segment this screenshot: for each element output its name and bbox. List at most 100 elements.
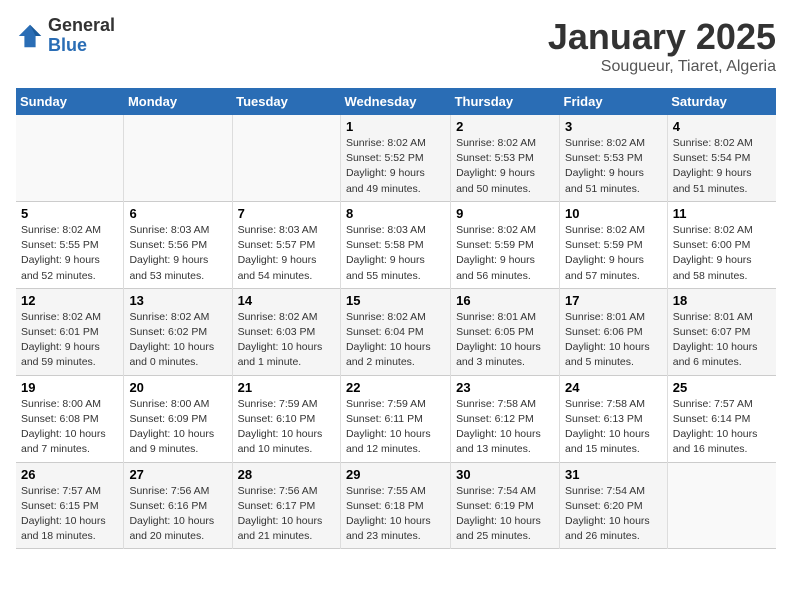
- calendar-cell: 2 Sunrise: 8:02 AMSunset: 5:53 PMDaylight…: [451, 115, 560, 201]
- calendar-cell: [667, 462, 776, 549]
- day-number: 20: [129, 380, 226, 395]
- day-info: Sunrise: 8:01 AMSunset: 6:07 PMDaylight:…: [673, 310, 771, 371]
- day-info: Sunrise: 7:58 AMSunset: 6:12 PMDaylight:…: [456, 397, 554, 458]
- calendar-cell: [232, 115, 340, 201]
- day-number: 26: [21, 467, 118, 482]
- calendar-table: SundayMondayTuesdayWednesdayThursdayFrid…: [16, 88, 776, 549]
- calendar-cell: 7 Sunrise: 8:03 AMSunset: 5:57 PMDaylight…: [232, 201, 340, 288]
- day-info: Sunrise: 7:59 AMSunset: 6:10 PMDaylight:…: [238, 397, 335, 458]
- day-info: Sunrise: 8:02 AMSunset: 6:01 PMDaylight:…: [21, 310, 118, 371]
- calendar-header: SundayMondayTuesdayWednesdayThursdayFrid…: [16, 88, 776, 115]
- logo-icon: [16, 22, 44, 50]
- weekday-header-sunday: Sunday: [16, 88, 124, 115]
- calendar-cell: 30 Sunrise: 7:54 AMSunset: 6:19 PMDayligh…: [451, 462, 560, 549]
- calendar-cell: 19 Sunrise: 8:00 AMSunset: 6:08 PMDayligh…: [16, 375, 124, 462]
- logo-text: General Blue: [48, 16, 115, 56]
- day-info: Sunrise: 8:00 AMSunset: 6:08 PMDaylight:…: [21, 397, 118, 458]
- calendar-cell: 18 Sunrise: 8:01 AMSunset: 6:07 PMDayligh…: [667, 288, 776, 375]
- calendar-week-row: 19 Sunrise: 8:00 AMSunset: 6:08 PMDayligh…: [16, 375, 776, 462]
- calendar-cell: 12 Sunrise: 8:02 AMSunset: 6:01 PMDayligh…: [16, 288, 124, 375]
- day-info: Sunrise: 8:03 AMSunset: 5:56 PMDaylight:…: [129, 223, 226, 284]
- day-number: 8: [346, 206, 445, 221]
- calendar-cell: 17Sunrise: 8:01 AMSunset: 6:06 PMDayligh…: [560, 288, 668, 375]
- calendar-cell: 25 Sunrise: 7:57 AMSunset: 6:14 PMDayligh…: [667, 375, 776, 462]
- day-number: 17: [565, 293, 662, 308]
- day-number: 3: [565, 119, 662, 134]
- calendar-cell: 31Sunrise: 7:54 AMSunset: 6:20 PMDayligh…: [560, 462, 668, 549]
- day-number: 23: [456, 380, 554, 395]
- calendar-cell: 29Sunrise: 7:55 AMSunset: 6:18 PMDayligh…: [340, 462, 450, 549]
- day-info: Sunrise: 8:02 AMSunset: 5:55 PMDaylight:…: [21, 223, 118, 284]
- calendar-title: January 2025: [548, 16, 776, 58]
- day-info: Sunrise: 8:02 AMSunset: 6:02 PMDaylight:…: [129, 310, 226, 371]
- calendar-cell: 16Sunrise: 8:01 AMSunset: 6:05 PMDayligh…: [451, 288, 560, 375]
- calendar-cell: 14Sunrise: 8:02 AMSunset: 6:03 PMDayligh…: [232, 288, 340, 375]
- day-number: 11: [673, 206, 771, 221]
- calendar-cell: 10Sunrise: 8:02 AMSunset: 5:59 PMDayligh…: [560, 201, 668, 288]
- day-number: 5: [21, 206, 118, 221]
- logo-blue-text: Blue: [48, 36, 115, 56]
- day-number: 25: [673, 380, 771, 395]
- day-number: 22: [346, 380, 445, 395]
- calendar-cell: 27Sunrise: 7:56 AMSunset: 6:16 PMDayligh…: [124, 462, 232, 549]
- calendar-cell: 22Sunrise: 7:59 AMSunset: 6:11 PMDayligh…: [340, 375, 450, 462]
- day-info: Sunrise: 8:03 AMSunset: 5:58 PMDaylight:…: [346, 223, 445, 284]
- day-info: Sunrise: 7:54 AMSunset: 6:20 PMDaylight:…: [565, 484, 662, 545]
- calendar-cell: 21 Sunrise: 7:59 AMSunset: 6:10 PMDayligh…: [232, 375, 340, 462]
- logo: General Blue: [16, 16, 115, 56]
- day-number: 7: [238, 206, 335, 221]
- day-number: 28: [238, 467, 335, 482]
- calendar-cell: 1 Sunrise: 8:02 AMSunset: 5:52 PMDaylight…: [340, 115, 450, 201]
- day-number: 18: [673, 293, 771, 308]
- calendar-body: 1 Sunrise: 8:02 AMSunset: 5:52 PMDaylight…: [16, 115, 776, 549]
- calendar-cell: 24 Sunrise: 7:58 AMSunset: 6:13 PMDayligh…: [560, 375, 668, 462]
- day-number: 12: [21, 293, 118, 308]
- day-info: Sunrise: 8:02 AMSunset: 5:59 PMDaylight:…: [456, 223, 554, 284]
- calendar-cell: 13 Sunrise: 8:02 AMSunset: 6:02 PMDayligh…: [124, 288, 232, 375]
- day-number: 9: [456, 206, 554, 221]
- day-info: Sunrise: 7:56 AMSunset: 6:17 PMDaylight:…: [238, 484, 335, 545]
- day-number: 16: [456, 293, 554, 308]
- day-info: Sunrise: 7:56 AMSunset: 6:16 PMDaylight:…: [129, 484, 226, 545]
- day-info: Sunrise: 8:02 AMSunset: 5:54 PMDaylight:…: [673, 136, 771, 197]
- page-header: General Blue January 2025 Sougueur, Tiar…: [16, 16, 776, 76]
- calendar-cell: [16, 115, 124, 201]
- day-number: 1: [346, 119, 445, 134]
- day-number: 15: [346, 293, 445, 308]
- weekday-header-thursday: Thursday: [451, 88, 560, 115]
- day-info: Sunrise: 8:00 AMSunset: 6:09 PMDaylight:…: [129, 397, 226, 458]
- day-number: 6: [129, 206, 226, 221]
- day-number: 24: [565, 380, 662, 395]
- day-info: Sunrise: 7:58 AMSunset: 6:13 PMDaylight:…: [565, 397, 662, 458]
- calendar-subtitle: Sougueur, Tiaret, Algeria: [548, 58, 776, 76]
- weekday-header-saturday: Saturday: [667, 88, 776, 115]
- day-info: Sunrise: 8:03 AMSunset: 5:57 PMDaylight:…: [238, 223, 335, 284]
- calendar-week-row: 5 Sunrise: 8:02 AMSunset: 5:55 PMDaylight…: [16, 201, 776, 288]
- day-number: 10: [565, 206, 662, 221]
- calendar-cell: 15 Sunrise: 8:02 AMSunset: 6:04 PMDayligh…: [340, 288, 450, 375]
- day-number: 30: [456, 467, 554, 482]
- day-info: Sunrise: 7:57 AMSunset: 6:14 PMDaylight:…: [673, 397, 771, 458]
- calendar-cell: 11Sunrise: 8:02 AMSunset: 6:00 PMDayligh…: [667, 201, 776, 288]
- day-number: 19: [21, 380, 118, 395]
- day-number: 21: [238, 380, 335, 395]
- title-section: January 2025 Sougueur, Tiaret, Algeria: [548, 16, 776, 76]
- calendar-cell: 9 Sunrise: 8:02 AMSunset: 5:59 PMDaylight…: [451, 201, 560, 288]
- day-number: 13: [129, 293, 226, 308]
- day-info: Sunrise: 7:54 AMSunset: 6:19 PMDaylight:…: [456, 484, 554, 545]
- day-number: 2: [456, 119, 554, 134]
- day-info: Sunrise: 8:02 AMSunset: 5:52 PMDaylight:…: [346, 136, 445, 197]
- day-info: Sunrise: 8:02 AMSunset: 6:04 PMDaylight:…: [346, 310, 445, 371]
- day-number: 4: [673, 119, 771, 134]
- calendar-cell: 5 Sunrise: 8:02 AMSunset: 5:55 PMDaylight…: [16, 201, 124, 288]
- calendar-cell: [124, 115, 232, 201]
- weekday-header-wednesday: Wednesday: [340, 88, 450, 115]
- calendar-cell: 8 Sunrise: 8:03 AMSunset: 5:58 PMDaylight…: [340, 201, 450, 288]
- calendar-cell: 4 Sunrise: 8:02 AMSunset: 5:54 PMDaylight…: [667, 115, 776, 201]
- weekday-header-friday: Friday: [560, 88, 668, 115]
- calendar-cell: 28 Sunrise: 7:56 AMSunset: 6:17 PMDayligh…: [232, 462, 340, 549]
- weekday-header-row: SundayMondayTuesdayWednesdayThursdayFrid…: [16, 88, 776, 115]
- day-number: 14: [238, 293, 335, 308]
- day-info: Sunrise: 7:57 AMSunset: 6:15 PMDaylight:…: [21, 484, 118, 545]
- day-info: Sunrise: 8:02 AMSunset: 5:53 PMDaylight:…: [456, 136, 554, 197]
